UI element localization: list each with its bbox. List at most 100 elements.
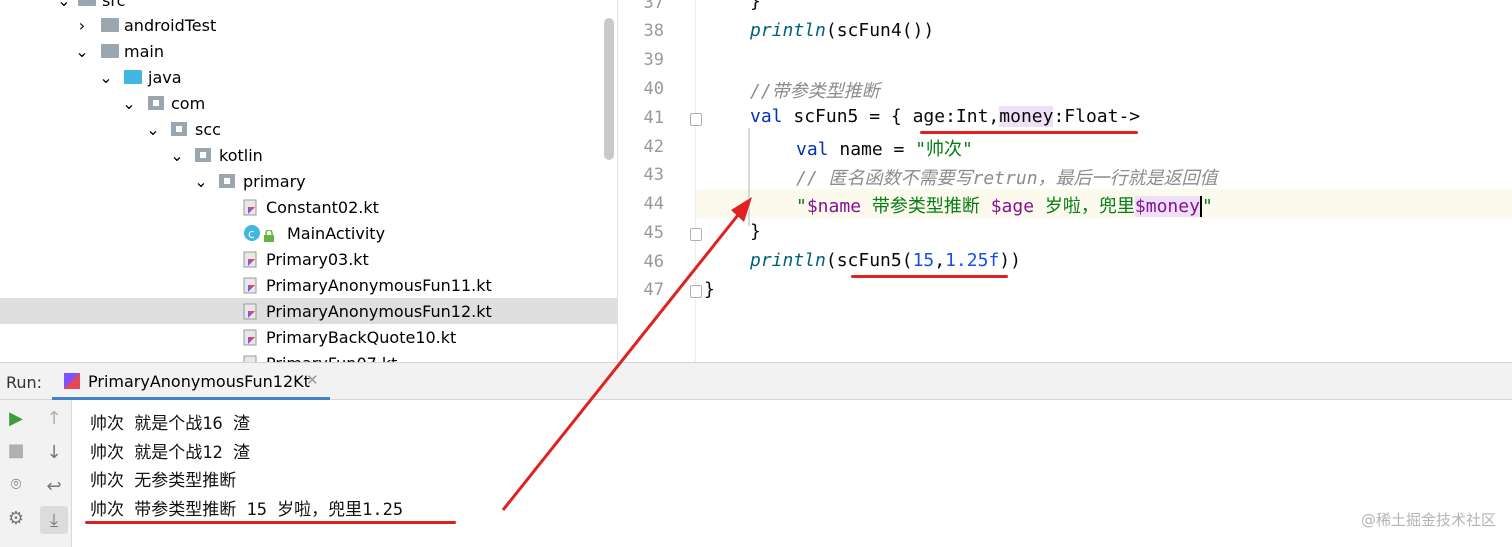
folder-icon	[78, 0, 96, 8]
chevron-down-icon[interactable]: ⌄	[170, 146, 183, 165]
code-keyword: val	[750, 106, 783, 127]
tree-item-label: src	[102, 0, 126, 10]
code-token: ))	[999, 250, 1021, 271]
tree-item-label: PrimaryBackQuote10.kt	[266, 327, 457, 347]
console-line: 帅次 无参类型推断	[90, 471, 237, 491]
close-icon[interactable]: ✕	[306, 371, 319, 389]
tree-item-label: PrimaryFun07.kt	[266, 354, 397, 363]
chevron-down-icon[interactable]: ⌄	[99, 68, 112, 87]
folder-icon	[101, 44, 119, 60]
run-tab[interactable]: PrimaryAnonymousFun12Kt ✕	[52, 363, 330, 400]
code-token: ,	[934, 250, 946, 271]
package-icon	[219, 174, 237, 190]
chevron-down-icon[interactable]: ⌄	[122, 94, 135, 113]
code-line-46: println(scFun5(15,1.25f))	[750, 250, 1021, 271]
code-line-43: // 匿名函数不需要写retrun，最后一行就是返回值	[796, 164, 1218, 190]
code-number: 15	[912, 250, 935, 271]
code-token: name =	[828, 139, 916, 160]
code-template-var: $money	[1134, 196, 1200, 217]
line-number: 38	[643, 21, 664, 41]
console-line: 帅次 带参类型推断 15 岁啦，兜里1.25	[90, 500, 404, 520]
tree-item-label: PrimaryAnonymousFun11.kt	[266, 275, 492, 295]
code-line-40: //带参类型推断	[750, 77, 880, 103]
fold-marker-icon[interactable]	[690, 285, 702, 298]
tree-item-file[interactable]: Constant02.kt	[0, 194, 617, 220]
tree-item-primary[interactable]: ⌄ primary	[0, 168, 617, 194]
line-number: 47	[643, 280, 664, 300]
kotlin-icon	[64, 373, 80, 389]
code-token: :Int,	[945, 106, 1000, 127]
console-line: 帅次 就是个战12 渣	[90, 443, 250, 463]
scroll-to-end-icon[interactable]: ⤓	[40, 506, 68, 534]
code-line-42: val name = "帅次"	[796, 135, 973, 161]
tree-item-file[interactable]: PrimaryFun07.kt	[0, 350, 617, 362]
code-token: (scFun4())	[825, 20, 935, 41]
camera-icon[interactable]: ⌾	[4, 472, 28, 496]
arrow-up-icon[interactable]: ↑	[42, 406, 66, 430]
editor-gutter: 37 38 39 40 41 42 43 44 45 46 47	[618, 0, 696, 362]
tree-item-label: MainActivity	[287, 223, 386, 243]
class-icon: c	[243, 224, 261, 241]
package-icon	[195, 148, 213, 164]
code-token: scFun5(	[836, 250, 913, 271]
fold-marker-icon[interactable]	[690, 113, 702, 126]
run-tab-label: PrimaryAnonymousFun12Kt	[88, 372, 310, 391]
tree-item-file[interactable]: PrimaryBackQuote10.kt	[0, 324, 617, 350]
line-number: 45	[643, 223, 664, 243]
code-line-45: }	[750, 221, 761, 242]
code-token: }	[704, 279, 715, 300]
tree-item-file-selected[interactable]: PrimaryAnonymousFun12.kt	[0, 298, 617, 324]
lock-icon	[263, 227, 275, 242]
line-number: 41	[643, 108, 664, 128]
project-tree: ⌄ src › androidTest ⌄ main ⌄ java ⌄ com …	[0, 0, 617, 362]
arrow-down-icon[interactable]: ↓	[42, 440, 66, 464]
tree-item-label: PrimaryAnonymousFun12.kt	[266, 301, 492, 321]
code-token: scFun5 = {	[782, 106, 913, 127]
line-number: 46	[643, 252, 664, 272]
tree-item-file[interactable]: PrimaryAnonymousFun11.kt	[0, 272, 617, 298]
tree-item-com[interactable]: ⌄ com	[0, 90, 617, 116]
run-console[interactable]: 帅次 就是个战16 渣 帅次 就是个战12 渣 帅次 无参类型推断 帅次 带参类…	[73, 400, 1512, 547]
code-string: "帅次"	[915, 139, 973, 160]
code-line-37: }	[750, 0, 761, 12]
code-line-38: println(scFun4())	[750, 20, 934, 41]
code-token: }	[750, 0, 761, 12]
tree-item-kotlin[interactable]: ⌄ kotlin	[0, 142, 617, 168]
kotlin-file-icon	[243, 277, 261, 294]
chevron-down-icon[interactable]: ⌄	[194, 172, 207, 191]
tree-item-scc[interactable]: ⌄ scc	[0, 116, 617, 142]
chevron-down-icon[interactable]: ⌄	[75, 42, 88, 61]
source-folder-icon	[124, 70, 142, 86]
tree-item-java[interactable]: ⌄ java	[0, 64, 617, 90]
chevron-down-icon[interactable]: ⌄	[146, 120, 159, 139]
soft-wrap-icon[interactable]: ↩	[42, 474, 66, 498]
tree-item-main[interactable]: ⌄ main	[0, 38, 617, 64]
code-param-money: money	[999, 106, 1054, 127]
code-editor[interactable]: 37 38 39 40 41 42 43 44 45 46 47 } print…	[617, 0, 1512, 362]
tree-item-file[interactable]: Primary03.kt	[0, 246, 617, 272]
tree-scrollbar[interactable]	[604, 18, 614, 160]
kotlin-file-icon	[243, 251, 261, 268]
tree-item-label: primary	[243, 171, 306, 191]
tree-item-androidtest[interactable]: › androidTest	[0, 12, 617, 38]
chevron-down-icon[interactable]: ⌄	[57, 0, 70, 10]
tree-item-mainactivity[interactable]: c MainActivity	[0, 220, 617, 246]
chevron-right-icon[interactable]: ›	[76, 16, 88, 35]
code-string: "	[1201, 196, 1213, 217]
tree-item-label: main	[124, 41, 164, 61]
code-token: println	[750, 250, 826, 271]
code-token: println	[750, 20, 826, 41]
kotlin-file-icon	[243, 199, 261, 216]
code-token: }	[750, 221, 761, 242]
run-label: Run:	[6, 373, 43, 392]
line-number: 40	[643, 79, 664, 99]
line-number: 39	[643, 50, 664, 70]
run-toolbar: ▶ ■ ⌾ ⚙ ↑ ↓ ↩ ⤓	[0, 400, 72, 547]
tree-item-label: kotlin	[219, 145, 263, 165]
kotlin-file-icon	[243, 355, 261, 362]
settings-icon[interactable]: ⚙	[4, 506, 28, 530]
line-number: 43	[643, 165, 664, 185]
fold-marker-icon[interactable]	[690, 228, 702, 241]
rerun-icon[interactable]: ▶	[4, 406, 28, 430]
stop-icon[interactable]: ■	[4, 438, 28, 462]
